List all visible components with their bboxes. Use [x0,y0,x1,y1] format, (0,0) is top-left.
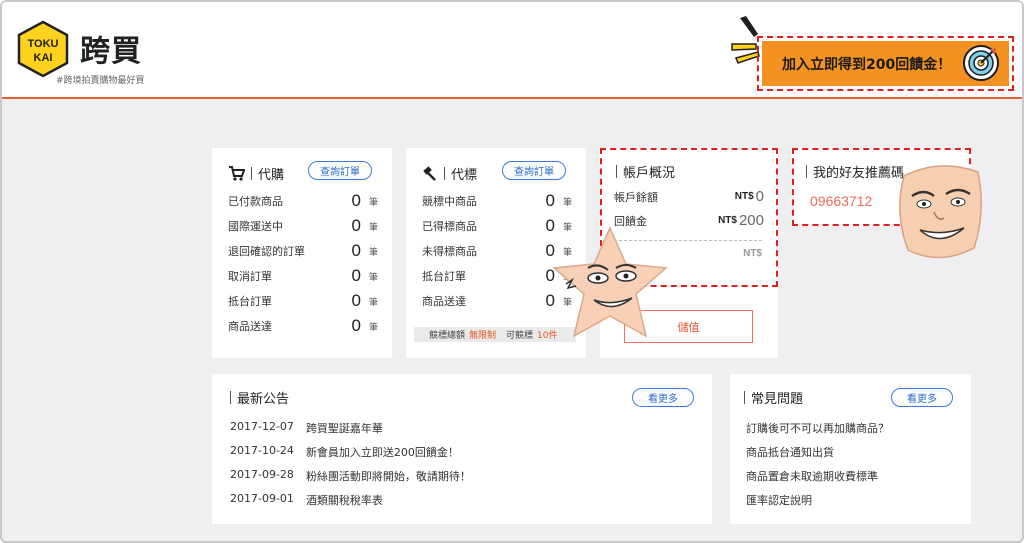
account-balance-row: 帳戶餘額 NT$ 0 [614,188,764,205]
bidding-row[interactable]: 競標中商品 0 筆 [422,189,572,213]
referral-code[interactable]: 09663712 [810,193,872,209]
news-card: 最新公告 看更多 2017-12-07 跨買聖誕嘉年華 2017-10-24 新會員… [212,374,712,524]
man-face-sticker [899,165,982,259]
bidding-card-title: 代標 [422,164,477,183]
news-more-button[interactable]: 看更多 [632,388,694,407]
faq-title: 常見問題 [742,388,803,407]
cart-icon [229,166,245,181]
tokukai-logo-icon[interactable]: TOKU KAI [16,20,70,78]
purchase-row[interactable]: 商品送達 0 筆 [228,314,378,338]
news-item[interactable]: 2017-09-01 酒類關稅稅率表 [230,492,383,508]
promo-text: 加入立即得到200回饋金！ [782,56,952,73]
news-title: 最新公告 [228,388,289,407]
news-item[interactable]: 2017-09-28 粉絲團活動即將開始，敬請期待！ [230,468,471,484]
brand-name[interactable]: 跨買 [80,26,142,70]
logo-line2: KAI [34,52,53,64]
purchase-title: 代購 [258,168,285,183]
target-icon [963,45,999,81]
brand-tagline: #跨境拍賣購物最好買 [56,76,145,86]
purchase-row[interactable]: 退回確認的訂單 0 筆 [228,239,378,263]
purchase-card: 代購 查詢訂單 已付款商品 0 筆 國際運送中 0 筆 退回確認的訂單 0 筆 取消訂單 0 筆… [212,148,392,358]
gavel-icon [423,165,436,181]
news-item[interactable]: 2017-10-24 新會員加入立即送200回饋金！ [230,444,459,460]
header: TOKU KAI 跨買 #跨境拍賣購物最好買 加入立即得到200回饋金！ [2,2,1022,99]
purchase-row[interactable]: 抵台訂單 0 筆 [228,289,378,313]
referral-title: 我的好友推薦碼 [806,162,904,181]
news-item[interactable]: 2017-12-07 跨買聖誕嘉年華 [230,420,383,436]
bidding-title: 代標 [451,168,478,183]
purchase-row[interactable]: 取消訂單 0 筆 [228,264,378,288]
purchase-card-title: 代購 [228,164,284,183]
page-frame: TOKU KAI 跨買 #跨境拍賣購物最好買 加入立即得到200回饋金！ 代購 … [0,0,1024,543]
account-title: 帳戶概況 [616,162,675,181]
faq-item[interactable]: 商品抵台通知出貨 [746,444,834,460]
purchase-row[interactable]: 國際運送中 0 筆 [228,214,378,238]
faq-item[interactable]: 匯率認定說明 [746,492,812,508]
bidding-query-button[interactable]: 查詢訂單 [502,161,566,180]
logo-line1: TOKU [28,38,59,50]
faq-item[interactable]: 訂購後可不可以再加購商品？ [746,420,889,436]
star-face-sticker [552,226,668,338]
purchase-query-button[interactable]: 查詢訂單 [308,161,372,180]
faq-more-button[interactable]: 看更多 [891,388,953,407]
faq-item[interactable]: 商品置倉未取逾期收費標準 [746,468,878,484]
faq-card: 常見問題 看更多 訂購後可不可以再加購商品？ 商品抵台通知出貨 商品置倉未取逾期… [730,374,971,524]
purchase-row[interactable]: 已付款商品 0 筆 [228,189,378,213]
promo-banner[interactable]: 加入立即得到200回饋金！ [757,36,1014,91]
